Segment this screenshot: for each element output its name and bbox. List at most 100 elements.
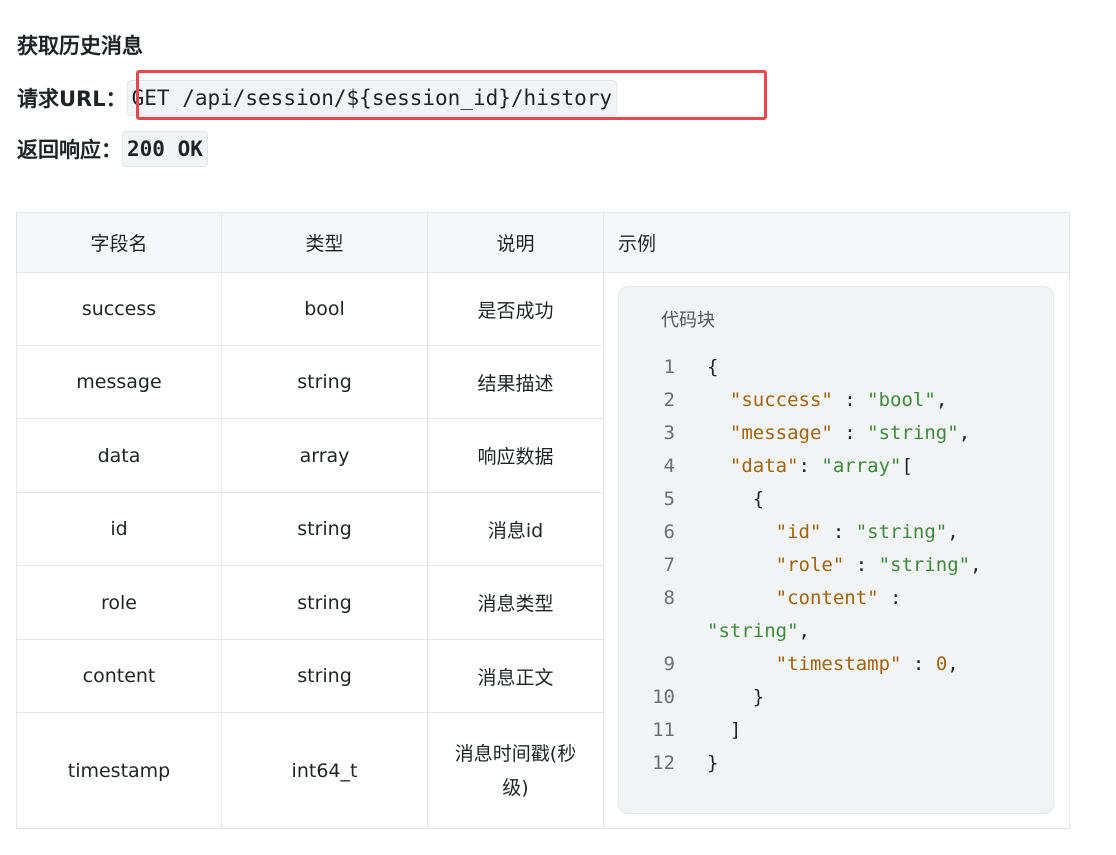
table-header-row: 字段名 类型 说明 示例 [16, 212, 1070, 273]
type-cell: array [221, 418, 428, 493]
type-cell: bool [221, 272, 428, 346]
code-token: , [935, 389, 948, 411]
code-text: "message" : "string", [707, 417, 970, 450]
response-value: 200 OK [122, 131, 208, 167]
code-token: , [947, 521, 959, 543]
field-cell: data [16, 418, 222, 493]
type-cell: string [221, 345, 428, 419]
code-token: : [901, 653, 936, 675]
code-token: { [707, 356, 719, 378]
code-text: "content" : [707, 582, 902, 615]
code-token: , [970, 554, 982, 576]
code-text: "timestamp" : 0, [707, 648, 959, 681]
line-number: 5 [663, 488, 675, 510]
desc-line: 级) [502, 776, 529, 799]
line-number: 7 [663, 554, 675, 576]
code-token: : [844, 554, 879, 576]
code-token: "bool" [867, 389, 936, 411]
code-token: "array" [821, 455, 902, 477]
code-token: "content" [775, 587, 879, 609]
code-token: : [878, 587, 902, 609]
code-line: 4 "data": "array"[ [619, 450, 1053, 483]
code-token: "string" [855, 521, 948, 543]
field-cell: role [16, 565, 222, 640]
code-line: "string", [619, 615, 1053, 648]
field-cell: timestamp [16, 712, 222, 829]
header-field-name: 字段名 [16, 212, 222, 273]
header-example: 示例 [603, 212, 1070, 273]
example-cell: 代码块 1{2 "success" : "bool", 3 "message" :… [603, 272, 1070, 829]
desc-cell: 响应数据 [427, 418, 604, 493]
code-token: : [821, 521, 856, 543]
code-token: "message" [729, 422, 833, 444]
code-text: "success" : "bool", [707, 384, 947, 417]
code-token: "string" [707, 620, 799, 642]
line-number: 3 [663, 422, 675, 444]
field-cell: content [16, 639, 222, 713]
code-token: "string" [878, 554, 971, 576]
api-fields-table: 字段名 类型 说明 示例 success bool 是否成功 代码块 1{2 "… [16, 212, 1070, 829]
code-token: "string" [867, 422, 959, 444]
type-cell: string [221, 639, 428, 713]
code-token: , [947, 653, 959, 675]
highlight-box [136, 70, 767, 120]
code-token: : [832, 389, 868, 411]
code-line: 6 "id" : "string", [619, 516, 1053, 549]
table-row: success bool 是否成功 代码块 1{2 "success" : "b… [16, 272, 1070, 829]
type-cell: string [221, 492, 428, 566]
code-token: , [958, 422, 971, 444]
code-token: 0 [935, 653, 948, 675]
type-cell: string [221, 565, 428, 640]
code-text: "id" : "string", [707, 516, 959, 549]
code-token: : [832, 422, 868, 444]
line-number: 10 [652, 686, 675, 708]
desc-line: 消息时间戳(秒 [454, 742, 577, 765]
code-text: } [707, 681, 764, 714]
code-token: } [707, 752, 719, 774]
code-text: } [707, 747, 718, 780]
code-token: "id" [775, 521, 822, 543]
code-line: 8 "content" : [619, 582, 1053, 615]
line-number: 4 [663, 455, 675, 477]
code-line: 1{ [619, 351, 1053, 384]
code-token: [ [901, 455, 913, 477]
desc-cell: 消息id [427, 492, 604, 566]
desc-cell: 消息时间戳(秒 级) [427, 712, 604, 829]
code-text: "role" : "string", [707, 549, 982, 582]
code-token: "data" [729, 455, 799, 477]
code-token: "success" [729, 389, 833, 411]
code-token: , [798, 620, 810, 642]
type-cell: int64_t [221, 712, 428, 829]
line-number: 6 [663, 521, 675, 543]
code-text: ] [707, 714, 741, 747]
line-number: 11 [652, 719, 675, 741]
code-line: 10 } [619, 681, 1053, 714]
code-line: 7 "role" : "string", [619, 549, 1053, 582]
response-row: 返回响应： 200 OK [17, 131, 208, 167]
request-url-label: 请求URL： [17, 87, 127, 111]
field-cell: message [16, 345, 222, 419]
section-title: 获取历史消息 [17, 34, 143, 58]
header-description: 说明 [427, 212, 604, 273]
response-label: 返回响应： [17, 138, 122, 162]
code-line: 2 "success" : "bool", [619, 384, 1053, 417]
header-type: 类型 [221, 212, 428, 273]
field-cell: success [16, 272, 222, 346]
code-token: ] [707, 719, 742, 741]
desc-cell: 消息类型 [427, 565, 604, 640]
code-line: 5 { [619, 483, 1053, 516]
desc-cell: 结果描述 [427, 345, 604, 419]
code-block-title: 代码块 [661, 310, 715, 331]
code-block: 代码块 1{2 "success" : "bool", 3 "message" :… [618, 286, 1054, 814]
desc-cell: 是否成功 [427, 272, 604, 346]
desc-cell: 消息正文 [427, 639, 604, 713]
code-text: { [707, 351, 718, 384]
code-line: 11 ] [619, 714, 1053, 747]
